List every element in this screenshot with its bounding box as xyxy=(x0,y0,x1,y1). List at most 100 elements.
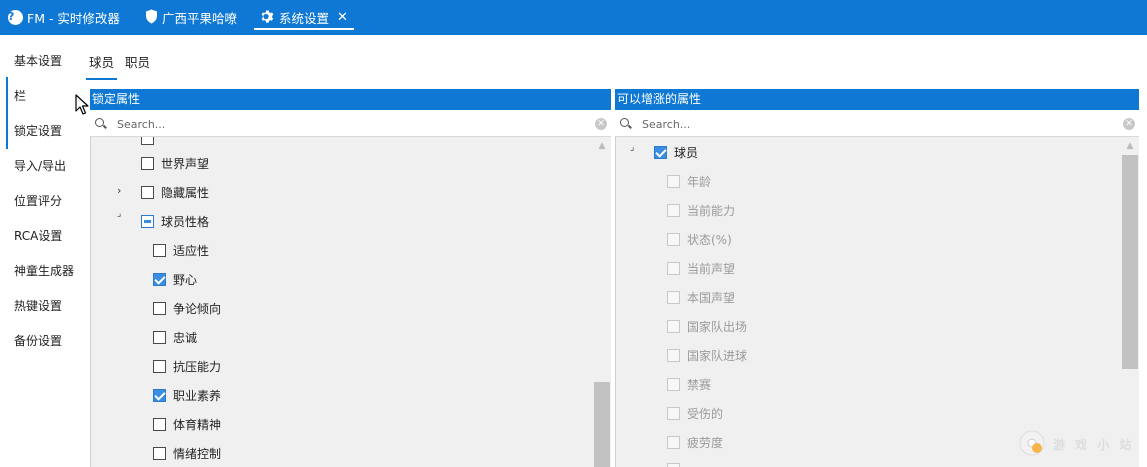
checkbox[interactable] xyxy=(141,156,154,170)
search-icon xyxy=(620,118,632,130)
tree-node-label: 抗压能力 xyxy=(173,359,222,374)
checkbox xyxy=(667,462,680,467)
checkbox xyxy=(667,290,680,304)
checkbox[interactable] xyxy=(153,243,166,257)
checkbox xyxy=(667,232,680,246)
tree-node-label: 争论倾向 xyxy=(173,301,222,316)
help-icon: ? xyxy=(8,10,23,25)
tree-node-label: 年龄 xyxy=(687,174,712,189)
checkbox xyxy=(667,203,680,217)
tree-node[interactable]: 适应性 xyxy=(153,240,209,260)
tree-node-label: 国家队进球 xyxy=(687,348,748,363)
sidebar-item-position-rating[interactable]: 位置评分 xyxy=(14,192,62,209)
clear-search-icon[interactable]: ✕ xyxy=(595,118,607,130)
tree-node[interactable]: 情绪控制 xyxy=(153,443,221,463)
gear-icon xyxy=(260,9,275,27)
tab-players[interactable]: 球员 xyxy=(85,52,118,80)
sidebar-item-columns[interactable]: 栏 xyxy=(14,87,26,104)
tree-node-label: 球员 xyxy=(674,145,699,160)
checkbox[interactable] xyxy=(153,301,166,315)
search-bar: ✕ xyxy=(90,114,611,134)
vertical-scrollbar[interactable]: ▲ xyxy=(1121,137,1139,467)
tree-node: 年龄 xyxy=(667,171,711,191)
sidebar-item-wonderkid-generator[interactable]: 神童生成器 xyxy=(14,262,74,279)
tree-node-label: 世界声望 xyxy=(161,156,210,171)
checkbox[interactable] xyxy=(153,272,166,286)
vertical-scrollbar[interactable]: ▲ xyxy=(593,137,611,467)
tree-node[interactable]: 隐藏属性 xyxy=(141,182,209,202)
search-input[interactable] xyxy=(117,117,567,131)
checkbox xyxy=(667,348,680,362)
sub-tabs: 球员 职员 xyxy=(85,52,150,80)
shield-icon xyxy=(145,9,158,27)
panel-header: 可以增涨的属性 xyxy=(615,89,1139,110)
checkbox[interactable] xyxy=(141,214,154,228)
scrollbar-thumb[interactable] xyxy=(1122,155,1138,369)
tree-node[interactable]: 抗压能力 xyxy=(153,356,221,376)
tree-node[interactable]: 争论倾向 xyxy=(153,298,221,318)
sidebar-item-lock-settings[interactable]: 锁定设置 xyxy=(14,122,62,139)
tree-node: 当前声望 xyxy=(667,258,735,278)
scrollbar-thumb[interactable] xyxy=(594,382,610,467)
tree-node: 国家队出场 xyxy=(667,316,747,336)
tab-staff[interactable]: 职员 xyxy=(125,52,150,74)
checkbox[interactable] xyxy=(153,359,166,373)
tree-node[interactable]: 世界声望 xyxy=(141,153,209,173)
tree-node-root[interactable]: 球员 xyxy=(654,142,698,162)
tree-node-label: 禁赛 xyxy=(687,377,712,392)
watermark: 游 戏 小 站 xyxy=(1015,425,1140,463)
checkbox[interactable] xyxy=(141,185,154,199)
tab-label: FM - 实时修改器 xyxy=(27,11,120,26)
locked-attributes-panel: 锁定属性 ✕ 世界声望 › 隐藏属性 ⌟ 球员性格 适应性 野心 xyxy=(90,89,611,467)
tab-fm-modifier[interactable]: ? FM - 实时修改器 xyxy=(8,0,120,35)
active-nav-indicator xyxy=(6,77,8,149)
close-icon[interactable]: ✕ xyxy=(337,10,348,25)
search-input[interactable] xyxy=(642,117,1092,131)
checkbox[interactable] xyxy=(654,145,667,159)
sidebar-item-basic-settings[interactable]: 基本设置 xyxy=(14,52,62,69)
tree-node-label: 疲劳度 xyxy=(687,435,724,450)
tree-node-label: 国家队出场 xyxy=(687,319,748,334)
expanded-arrow-icon[interactable]: ⌟ xyxy=(630,143,634,153)
sidebar-item-import-export[interactable]: 导入/导出 xyxy=(14,157,66,174)
tree-node[interactable]: 球员性格 xyxy=(141,211,209,231)
sidebar-item-backup-settings[interactable]: 备份设置 xyxy=(14,332,62,349)
cd-logo-icon xyxy=(1015,426,1049,463)
tab-club[interactable]: 广西平果哈嘹 xyxy=(145,0,237,35)
expanded-arrow-icon[interactable]: ⌟ xyxy=(117,209,121,219)
checkbox[interactable] xyxy=(153,388,166,402)
tree-node: 本国声望 xyxy=(667,287,735,307)
sidebar-item-rca-settings[interactable]: RCA设置 xyxy=(14,227,62,244)
mouse-cursor-icon xyxy=(75,94,89,119)
checkbox xyxy=(667,377,680,391)
sidebar-item-hotkey-settings[interactable]: 热键设置 xyxy=(14,297,62,314)
tab-label: 系统设置 xyxy=(279,11,330,26)
checkbox xyxy=(667,406,680,420)
tree-node: 受伤的 xyxy=(667,403,723,423)
tree-node[interactable]: 体育精神 xyxy=(153,414,221,434)
checkbox[interactable] xyxy=(153,330,166,344)
tree-node[interactable]: 职业素养 xyxy=(153,385,221,405)
tab-system-settings[interactable]: 系统设置 ✕ xyxy=(254,0,354,35)
tree-node-label: 本国声望 xyxy=(687,290,736,305)
tree-node-label: 受伤的 xyxy=(687,406,724,421)
tree-node: 疲劳度 xyxy=(667,432,723,452)
tree-node: 状态(%) xyxy=(667,229,732,249)
tree-node[interactable]: 忠诚 xyxy=(153,327,197,347)
checkbox[interactable] xyxy=(153,446,166,460)
panel-header: 锁定属性 xyxy=(90,89,611,110)
checkbox xyxy=(667,435,680,449)
tree-node-label: 野心 xyxy=(173,272,198,287)
scroll-up-icon[interactable]: ▲ xyxy=(1125,142,1135,151)
clear-search-icon[interactable]: ✕ xyxy=(1123,118,1135,130)
attribute-tree: ⌟ 球员 年龄 当前能力 状态(%) 当前声望 本国声望 国家队出场 国家队进球… xyxy=(615,136,1139,467)
tree-node[interactable]: 野心 xyxy=(153,269,197,289)
tree-node-label: 隐藏属性 xyxy=(161,185,210,200)
chevron-right-icon[interactable]: › xyxy=(117,184,121,197)
tree-node: 禁赛 xyxy=(667,374,711,394)
scroll-up-icon[interactable]: ▲ xyxy=(597,142,607,151)
checkbox[interactable] xyxy=(141,137,154,145)
tree-node-label: 忠诚 xyxy=(173,330,198,345)
tree-node-label: 体育精神 xyxy=(173,417,222,432)
checkbox[interactable] xyxy=(153,417,166,431)
